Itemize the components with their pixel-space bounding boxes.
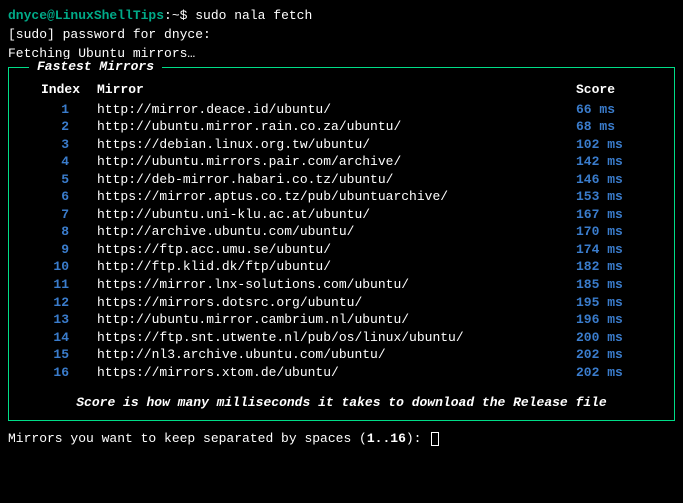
table-row: 11https://mirror.lnx-solutions.com/ubunt… xyxy=(27,276,656,294)
row-score: 202 ms xyxy=(576,364,656,382)
row-mirror-url: https://ftp.snt.utwente.nl/pub/os/linux/… xyxy=(97,329,576,347)
prompt-text-after: ): xyxy=(406,431,429,446)
row-score: 185 ms xyxy=(576,276,656,294)
row-mirror-url: http://ubuntu.mirrors.pair.com/archive/ xyxy=(97,153,576,171)
table-row: 4http://ubuntu.mirrors.pair.com/archive/… xyxy=(27,153,656,171)
row-mirror-url: http://archive.ubuntu.com/ubuntu/ xyxy=(97,223,576,241)
table-headers: Index Mirror Score xyxy=(27,82,656,99)
row-index: 13 xyxy=(27,311,97,329)
row-score: 66 ms xyxy=(576,101,656,119)
row-mirror-url: http://nl3.archive.ubuntu.com/ubuntu/ xyxy=(97,346,576,364)
prompt-range: 1..16 xyxy=(367,431,406,446)
row-index: 15 xyxy=(27,346,97,364)
row-mirror-url: https://mirror.lnx-solutions.com/ubuntu/ xyxy=(97,276,576,294)
cursor-icon xyxy=(431,432,439,446)
row-score: 182 ms xyxy=(576,258,656,276)
row-index: 7 xyxy=(27,206,97,224)
row-mirror-url: http://deb-mirror.habari.co.tz/ubuntu/ xyxy=(97,171,576,189)
row-index: 2 xyxy=(27,118,97,136)
header-mirror: Mirror xyxy=(97,82,576,99)
table-row: 5http://deb-mirror.habari.co.tz/ubuntu/1… xyxy=(27,171,656,189)
row-index: 11 xyxy=(27,276,97,294)
row-score: 153 ms xyxy=(576,188,656,206)
row-score: 167 ms xyxy=(576,206,656,224)
prompt-path-symbol: :~$ xyxy=(164,8,187,23)
input-prompt[interactable]: Mirrors you want to keep separated by sp… xyxy=(8,431,675,448)
row-index: 1 xyxy=(27,101,97,119)
row-mirror-url: https://mirrors.xtom.de/ubuntu/ xyxy=(97,364,576,382)
row-mirror-url: http://mirror.deace.id/ubuntu/ xyxy=(97,101,576,119)
row-score: 202 ms xyxy=(576,346,656,364)
row-score: 200 ms xyxy=(576,329,656,347)
row-index: 16 xyxy=(27,364,97,382)
command-text: sudo nala fetch xyxy=(195,8,312,23)
table-row: 8http://archive.ubuntu.com/ubuntu/170 ms xyxy=(27,223,656,241)
table-row: 2http://ubuntu.mirror.rain.co.za/ubuntu/… xyxy=(27,118,656,136)
row-score: 174 ms xyxy=(576,241,656,259)
table-body: 1http://mirror.deace.id/ubuntu/66 ms2htt… xyxy=(27,101,656,382)
table-row: 6https://mirror.aptus.co.tz/pub/ubuntuar… xyxy=(27,188,656,206)
row-score: 102 ms xyxy=(576,136,656,154)
row-score: 195 ms xyxy=(576,294,656,312)
row-index: 5 xyxy=(27,171,97,189)
table-row: 1http://mirror.deace.id/ubuntu/66 ms xyxy=(27,101,656,119)
header-score: Score xyxy=(576,82,656,99)
row-score: 146 ms xyxy=(576,171,656,189)
table-row: 13http://ubuntu.mirror.cambrium.nl/ubunt… xyxy=(27,311,656,329)
table-row: 9https://ftp.acc.umu.se/ubuntu/174 ms xyxy=(27,241,656,259)
row-mirror-url: http://ubuntu.uni-klu.ac.at/ubuntu/ xyxy=(97,206,576,224)
row-index: 4 xyxy=(27,153,97,171)
row-index: 3 xyxy=(27,136,97,154)
table-row: 12https://mirrors.dotsrc.org/ubuntu/195 … xyxy=(27,294,656,312)
row-mirror-url: https://mirrors.dotsrc.org/ubuntu/ xyxy=(97,294,576,312)
table-row: 14https://ftp.snt.utwente.nl/pub/os/linu… xyxy=(27,329,656,347)
sudo-password-line: [sudo] password for dnyce: xyxy=(8,27,675,44)
row-mirror-url: https://ftp.acc.umu.se/ubuntu/ xyxy=(97,241,576,259)
row-mirror-url: http://ftp.klid.dk/ftp/ubuntu/ xyxy=(97,258,576,276)
row-index: 6 xyxy=(27,188,97,206)
row-index: 14 xyxy=(27,329,97,347)
row-mirror-url: http://ubuntu.mirror.rain.co.za/ubuntu/ xyxy=(97,118,576,136)
row-index: 9 xyxy=(27,241,97,259)
prompt-user-host: dnyce@LinuxShellTips xyxy=(8,8,164,23)
row-score: 196 ms xyxy=(576,311,656,329)
table-row: 10http://ftp.klid.dk/ftp/ubuntu/182 ms xyxy=(27,258,656,276)
row-mirror-url: https://mirror.aptus.co.tz/pub/ubuntuarc… xyxy=(97,188,576,206)
shell-prompt: dnyce@LinuxShellTips:~$ sudo nala fetch xyxy=(8,8,675,25)
row-index: 10 xyxy=(27,258,97,276)
row-mirror-url: https://debian.linux.org.tw/ubuntu/ xyxy=(97,136,576,154)
fastest-mirrors-box: Fastest Mirrors Index Mirror Score 1http… xyxy=(8,67,675,422)
prompt-text-before: Mirrors you want to keep separated by sp… xyxy=(8,431,367,446)
row-index: 8 xyxy=(27,223,97,241)
score-explanation: Score is how many milliseconds it takes … xyxy=(27,395,656,412)
table-row: 16https://mirrors.xtom.de/ubuntu/202 ms xyxy=(27,364,656,382)
row-score: 142 ms xyxy=(576,153,656,171)
table-row: 15http://nl3.archive.ubuntu.com/ubuntu/2… xyxy=(27,346,656,364)
row-score: 170 ms xyxy=(576,223,656,241)
box-title: Fastest Mirrors xyxy=(29,59,162,76)
table-row: 3https://debian.linux.org.tw/ubuntu/102 … xyxy=(27,136,656,154)
row-score: 68 ms xyxy=(576,118,656,136)
row-mirror-url: http://ubuntu.mirror.cambrium.nl/ubuntu/ xyxy=(97,311,576,329)
row-index: 12 xyxy=(27,294,97,312)
table-row: 7http://ubuntu.uni-klu.ac.at/ubuntu/167 … xyxy=(27,206,656,224)
header-index: Index xyxy=(27,82,97,99)
